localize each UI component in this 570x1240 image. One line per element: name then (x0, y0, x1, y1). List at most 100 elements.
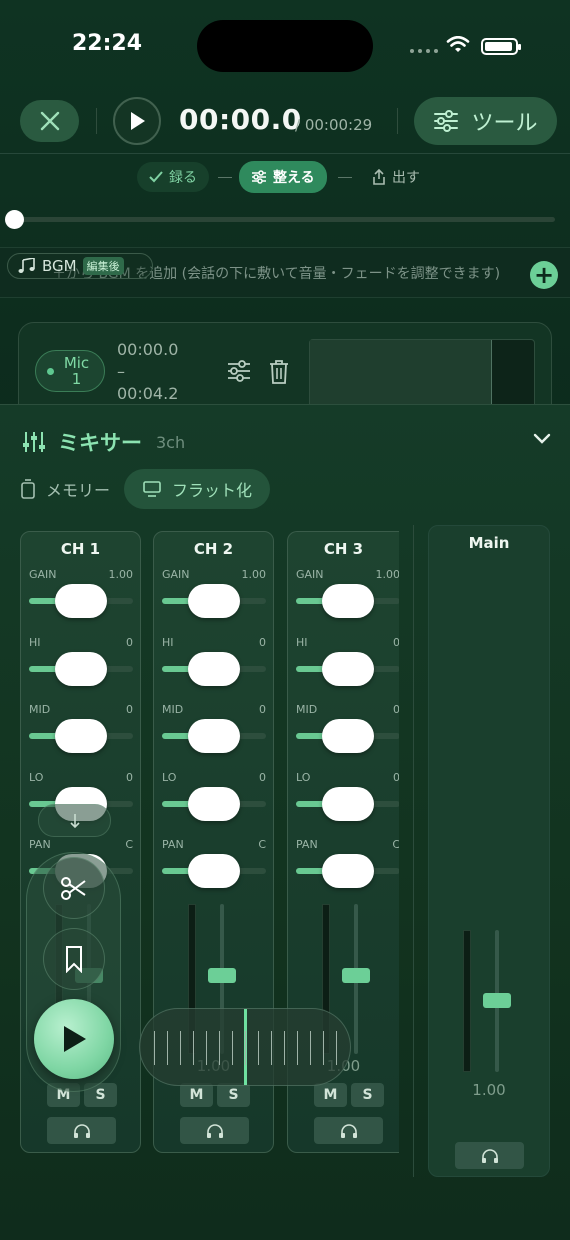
main-monitor-button[interactable] (455, 1142, 524, 1169)
fader-knob[interactable] (342, 968, 370, 983)
param-slider-knob[interactable] (322, 719, 374, 753)
param-value: 0 (393, 636, 399, 649)
scrub-tick (167, 1031, 168, 1065)
memory-label: メモリー (46, 481, 111, 500)
param-value: 0 (126, 771, 133, 784)
bgm-chip[interactable]: BGM 編集後 (7, 253, 153, 279)
main-title: Main (468, 534, 510, 552)
param-value: 1.00 (108, 568, 134, 581)
param-slider-knob[interactable] (55, 719, 107, 753)
param-slider-knob[interactable] (322, 584, 374, 618)
scrub-wheel[interactable] (139, 1008, 351, 1086)
bgm-badge: 編集後 (82, 257, 124, 275)
clip-actions (226, 359, 290, 385)
toolbar-divider (397, 108, 398, 134)
step-separator (218, 177, 232, 178)
param-slider-knob[interactable] (322, 854, 374, 888)
chevron-down-icon[interactable] (533, 433, 551, 445)
param-mid: MID 0 (29, 703, 133, 765)
mute-button[interactable]: M (314, 1083, 347, 1107)
mute-button[interactable]: M (180, 1083, 213, 1107)
param-mid: MID 0 (162, 703, 266, 765)
step-export-label: 出す (392, 170, 420, 186)
solo-button[interactable]: S (351, 1083, 384, 1107)
param-gain: GAIN 1.00 (296, 568, 399, 630)
timeline-playhead[interactable] (5, 210, 24, 229)
bgm-label: BGM (42, 257, 77, 275)
param-label: LO (29, 771, 44, 784)
headphones-icon (340, 1123, 357, 1138)
channel-name: CH 1 (60, 540, 101, 558)
monitor-icon (143, 481, 161, 497)
param-slider-knob[interactable] (55, 652, 107, 686)
bgm-track: ＋から BGM を追加 (会話の下に敷いて音量・フェードを調整できます) BGM… (0, 247, 570, 298)
param-hi: HI 0 (162, 636, 266, 698)
arrow-down-icon (69, 813, 80, 828)
mic-chip[interactable]: Mic 1 (35, 350, 105, 392)
solo-button[interactable]: S (217, 1083, 250, 1107)
close-button[interactable] (20, 100, 79, 142)
param-hi: HI 0 (29, 636, 133, 698)
monitor-button[interactable] (180, 1117, 249, 1144)
param-label: HI (29, 636, 41, 649)
tools-button[interactable]: ツール (414, 97, 557, 145)
mixer-header[interactable]: ミキサー 3ch (22, 427, 185, 457)
scrub-tick (154, 1031, 155, 1065)
floating-handle[interactable] (38, 804, 111, 837)
sliders-icon[interactable] (226, 359, 252, 383)
check-icon (149, 171, 163, 183)
flatten-button[interactable]: フラット化 (124, 469, 271, 509)
step-edit[interactable]: 整える (239, 161, 327, 193)
param-slider-knob[interactable] (322, 652, 374, 686)
param-slider-knob[interactable] (188, 584, 240, 618)
main-fader-knob[interactable] (483, 993, 511, 1008)
mixer-title: ミキサー (58, 431, 142, 455)
channel-name: CH 2 (193, 540, 234, 558)
param-slider-knob[interactable] (188, 854, 240, 888)
bookmark-button[interactable] (43, 928, 105, 990)
trash-icon[interactable] (268, 359, 290, 385)
param-slider-knob[interactable] (188, 787, 240, 821)
scrub-tick (323, 1031, 324, 1065)
param-lo: LO 0 (162, 771, 266, 833)
cut-button[interactable] (43, 857, 105, 919)
step-separator (338, 177, 352, 178)
param-value: 1.00 (375, 568, 400, 581)
monitor-button[interactable] (314, 1117, 383, 1144)
step-record[interactable]: 録る (137, 162, 209, 192)
param-label: GAIN (162, 568, 190, 581)
param-slider-knob[interactable] (55, 584, 107, 618)
param-slider-knob[interactable] (188, 652, 240, 686)
mixer-channel-count: 3ch (156, 432, 186, 452)
fader-knob[interactable] (208, 968, 236, 983)
timeline-track[interactable] (14, 217, 555, 222)
scrub-tick (284, 1031, 285, 1065)
monitor-button[interactable] (47, 1117, 116, 1144)
floating-play-button[interactable] (34, 999, 114, 1079)
param-gain: GAIN 1.00 (162, 568, 266, 630)
param-label: MID (296, 703, 318, 716)
step-record-label: 録る (169, 170, 197, 186)
mute-solo: M S (314, 1083, 384, 1107)
current-time: 00:00.0 (179, 103, 302, 136)
param-value: C (258, 838, 266, 851)
clip-end: 00:04.2 (117, 384, 179, 403)
play-button[interactable] (113, 97, 161, 145)
memory-button[interactable]: メモリー (20, 477, 110, 501)
step-export[interactable]: 出す (360, 162, 432, 192)
param-label: MID (29, 703, 51, 716)
param-label: GAIN (29, 568, 57, 581)
param-slider-knob[interactable] (322, 787, 374, 821)
play-icon (131, 112, 145, 130)
mic-dot-icon (46, 367, 54, 375)
bookmark-icon (66, 946, 82, 973)
clip-dash: – (117, 362, 125, 381)
add-bgm-button[interactable]: + (530, 261, 558, 289)
scissors-icon (61, 877, 86, 900)
total-time: / 00:00:29 (295, 116, 373, 134)
workflow-steps: 録る 整える 出す (0, 160, 570, 194)
param-slider-knob[interactable] (188, 719, 240, 753)
headphones-icon (481, 1148, 498, 1163)
param-label: PAN (162, 838, 184, 851)
scrub-tick (297, 1031, 298, 1065)
